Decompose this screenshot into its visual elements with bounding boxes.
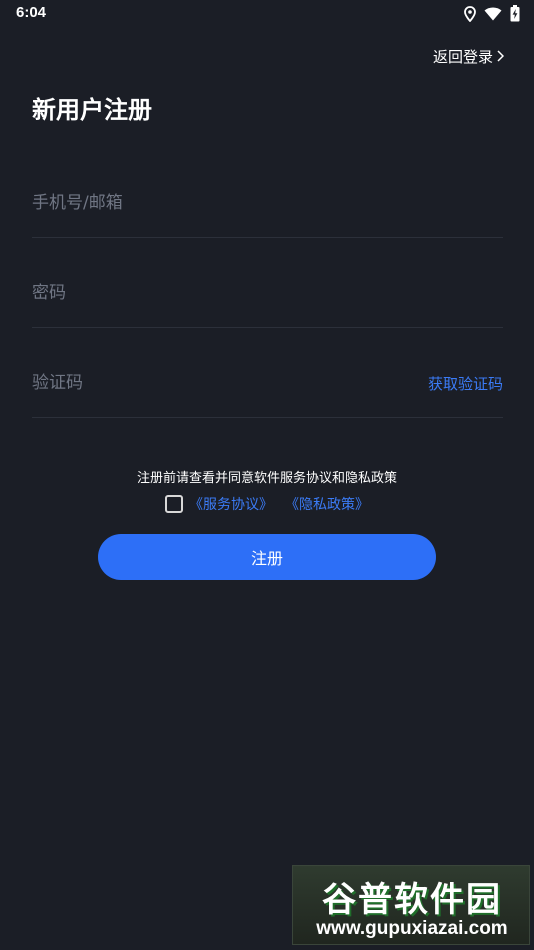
status-icons <box>464 5 520 22</box>
agreement-checkbox[interactable] <box>165 495 183 513</box>
status-time: 6:04 <box>16 4 47 21</box>
get-code-button[interactable]: 获取验证码 <box>428 373 503 394</box>
back-to-login-link[interactable]: 返回登录 <box>432 46 505 67</box>
privacy-policy-link[interactable]: 《隐私政策》 <box>285 494 369 514</box>
watermark: 谷普软件园 www.gupuxiazai.com <box>292 865 530 945</box>
back-to-login-label: 返回登录 <box>432 48 493 66</box>
watermark-url: www.gupuxiazai.com <box>316 918 508 939</box>
phone-email-input[interactable] <box>32 188 412 218</box>
password-input[interactable] <box>32 278 412 308</box>
register-button[interactable]: 注册 <box>98 534 436 580</box>
wifi-icon <box>484 7 502 21</box>
agreement-row: 《服务协议》 《隐私政策》 <box>0 494 534 514</box>
phone-email-field <box>32 178 503 238</box>
service-agreement-link[interactable]: 《服务协议》 <box>189 494 273 514</box>
agreement-text: 注册前请查看并同意软件服务协议和隐私政策 <box>136 471 397 486</box>
location-icon <box>464 5 476 22</box>
verification-code-input[interactable] <box>32 368 412 398</box>
page-title: 新用户注册 <box>32 96 152 124</box>
chevron-right-icon <box>497 48 505 66</box>
password-field <box>32 268 503 328</box>
verification-code-field: 获取验证码 <box>32 358 503 418</box>
status-bar: 6:04 <box>0 0 534 28</box>
watermark-logo: 谷普软件园 <box>322 880 502 920</box>
battery-charging-icon <box>510 5 520 22</box>
